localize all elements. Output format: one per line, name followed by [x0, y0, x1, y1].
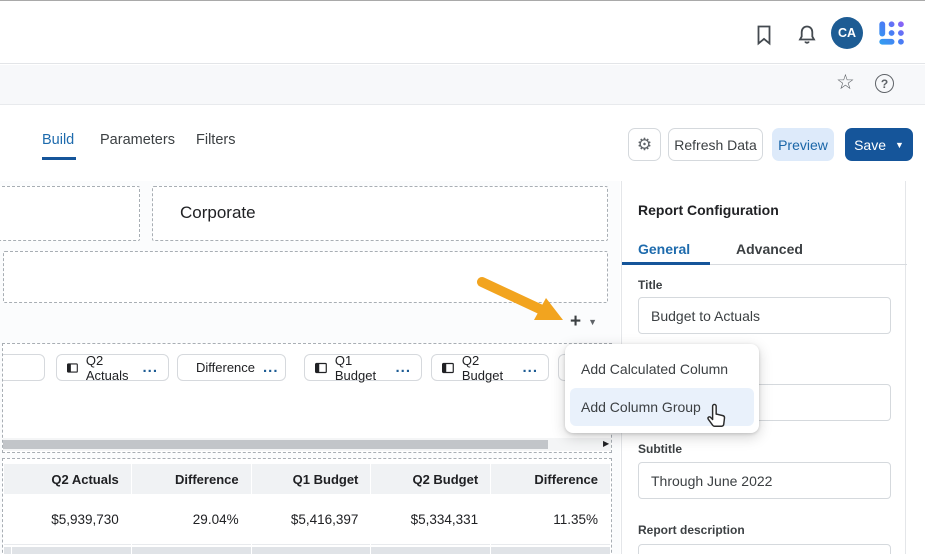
- chip-menu-dots-icon[interactable]: ...: [395, 365, 411, 371]
- table-next-row-partial: [4, 547, 11, 554]
- chip-label: Q1 Budget: [335, 353, 388, 383]
- subtitle-input[interactable]: [638, 462, 891, 499]
- header-cell-corporate[interactable]: Corporate: [152, 186, 608, 241]
- scrollbar-thumb[interactable]: [3, 440, 548, 449]
- table-cell: 11.35%: [491, 494, 610, 545]
- column-chip[interactable]: ls ...: [2, 354, 45, 381]
- favorite-star-icon[interactable]: ☆: [836, 70, 855, 95]
- tab-filters[interactable]: Filters: [196, 132, 235, 148]
- scrollbar-right-arrow-icon[interactable]: ▶: [603, 439, 609, 448]
- horizontal-scrollbar[interactable]: ▶: [3, 438, 611, 451]
- table-next-row-partial: [132, 547, 251, 554]
- tab-parameters[interactable]: Parameters: [100, 132, 175, 148]
- columns-container: ls ... Q2 Actuals ... Difference ... Q1 …: [2, 343, 612, 453]
- column-chip[interactable]: Q2 Budget ...: [431, 354, 549, 381]
- table-header-cell: Q2 Budget: [371, 464, 490, 494]
- plus-icon[interactable]: +: [570, 312, 581, 331]
- add-column-button[interactable]: + ▼: [570, 312, 597, 331]
- bookmark-icon[interactable]: [752, 23, 776, 47]
- report-builder-page: CA ☆: [0, 0, 925, 554]
- table-cell: $5,416,397: [252, 494, 371, 545]
- table-next-row-partial: [491, 547, 610, 554]
- table-next-row-partial: [12, 547, 131, 554]
- table-next-row-partial: [371, 547, 490, 554]
- menu-item-add-column-group[interactable]: Add Column Group: [570, 388, 754, 426]
- column-icon: [442, 362, 454, 374]
- chip-label: Q2 Budget: [462, 353, 515, 383]
- help-icon[interactable]: ?: [875, 74, 894, 93]
- column-icon: [67, 362, 78, 374]
- panel-tab-general[interactable]: General: [638, 241, 690, 257]
- column-chip[interactable]: Q1 Budget ...: [304, 354, 422, 381]
- subtitle-field-label: Subtitle: [638, 442, 682, 456]
- save-dropdown-caret-icon[interactable]: ▼: [895, 140, 904, 150]
- table-next-row-partial: [252, 547, 371, 554]
- header-row-empty[interactable]: [3, 251, 608, 303]
- refresh-data-button[interactable]: Refresh Data: [668, 128, 763, 161]
- report-canvas: Corporate + ▼ ls ... Q2 Actuals ... Diff…: [0, 181, 620, 554]
- top-app-bar: CA: [0, 1, 925, 64]
- corporate-label: Corporate: [180, 203, 256, 223]
- table-header-cell: Q1 Budget: [252, 464, 371, 494]
- save-button[interactable]: Save ▼: [845, 128, 913, 161]
- report-description-input[interactable]: [638, 544, 891, 554]
- column-chip[interactable]: Difference ...: [177, 354, 286, 381]
- avatar[interactable]: CA: [831, 17, 863, 49]
- header-cell-left[interactable]: [0, 186, 140, 241]
- table-preview: Q2 Actuals Difference Q1 Budget Q2 Budge…: [2, 458, 612, 554]
- add-column-dropdown-menu: Add Calculated Column Add Column Group: [565, 344, 759, 433]
- table-cell: $5,939,730: [12, 494, 131, 545]
- avatar-initials: CA: [838, 26, 856, 40]
- add-column-caret-icon[interactable]: ▼: [588, 317, 597, 327]
- table-header-cell: Difference: [491, 464, 610, 494]
- title-input[interactable]: [638, 297, 891, 334]
- table-cell: 29.04%: [132, 494, 251, 545]
- panel-tab-advanced[interactable]: Advanced: [736, 241, 803, 257]
- chip-menu-dots-icon[interactable]: ...: [263, 365, 279, 371]
- apps-grid-icon[interactable]: [877, 19, 905, 47]
- chip-menu-dots-icon[interactable]: ...: [522, 365, 538, 371]
- save-label: Save: [854, 137, 886, 153]
- column-icon: [315, 362, 327, 374]
- table-cell: $5,334,331: [371, 494, 490, 545]
- chip-menu-dots-icon[interactable]: ...: [142, 365, 158, 371]
- chip-label: Q2 Actuals: [86, 353, 135, 383]
- chip-label: Difference: [196, 360, 255, 375]
- table-grid: Q2 Actuals Difference Q1 Budget Q2 Budge…: [4, 464, 610, 554]
- panel-title: Report Configuration: [638, 202, 779, 218]
- panel-active-tab-underline: [622, 262, 710, 265]
- table-header-cell: Difference: [132, 464, 251, 494]
- active-tab-underline: [42, 157, 76, 160]
- builder-header: Build Parameters Filters ⚙ Refresh Data …: [0, 106, 925, 181]
- preview-button[interactable]: Preview: [772, 128, 834, 161]
- menu-item-add-calculated-column[interactable]: Add Calculated Column: [565, 350, 759, 388]
- table-header-cell: Q2 Actuals: [12, 464, 131, 494]
- title-field-label: Title: [638, 278, 662, 292]
- column-chip[interactable]: Q2 Actuals ...: [56, 354, 169, 381]
- tab-build[interactable]: Build: [42, 132, 74, 148]
- settings-gear-button[interactable]: ⚙: [628, 128, 661, 161]
- document-toolbar: ☆ ?: [0, 65, 925, 105]
- report-description-label: Report description: [638, 523, 745, 537]
- bell-icon[interactable]: [795, 23, 819, 47]
